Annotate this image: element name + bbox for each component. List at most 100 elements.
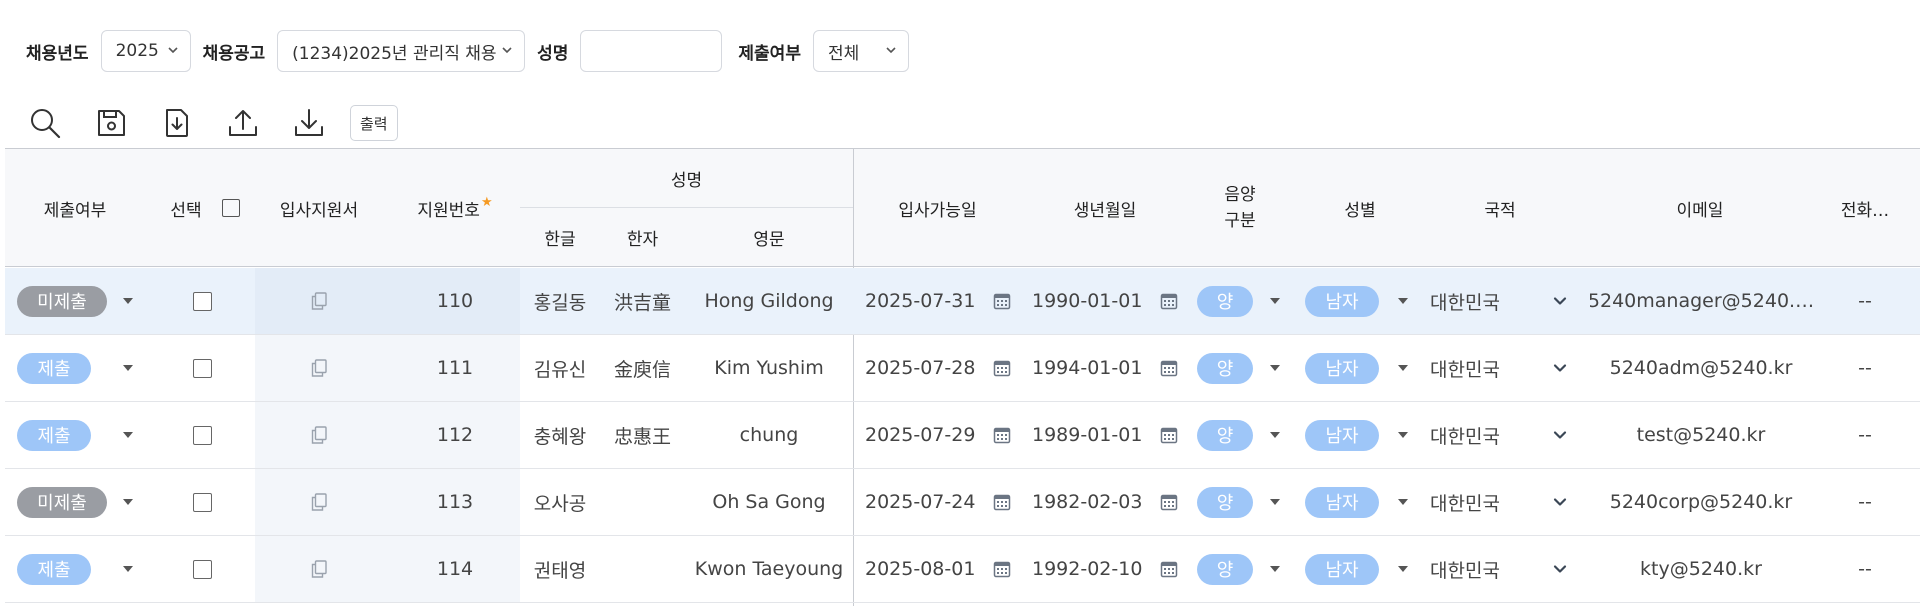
nationality[interactable]: 대한민국 (1430, 402, 1550, 468)
calendar-icon[interactable] (1160, 359, 1178, 377)
header-select[interactable]: 선택 (150, 149, 260, 267)
nationality[interactable]: 대한민국 (1430, 536, 1550, 602)
calendar-type-badge[interactable]: 양 (1197, 419, 1253, 451)
gender-badge[interactable]: 남자 (1305, 419, 1379, 451)
caret-down-icon[interactable] (123, 499, 133, 505)
available-date[interactable]: 2025-07-28 (865, 335, 985, 401)
calendar-icon[interactable] (1160, 493, 1178, 511)
caret-down-icon[interactable] (1398, 432, 1408, 438)
header-nationality[interactable]: 국적 (1425, 149, 1575, 267)
chevron-down-icon[interactable] (1552, 494, 1568, 510)
caret-down-icon[interactable] (1270, 365, 1280, 371)
print-button[interactable]: 출력 (350, 105, 398, 141)
calendar-type-badge[interactable]: 양 (1197, 285, 1253, 317)
caret-down-icon[interactable] (1270, 566, 1280, 572)
header-name-hanja[interactable]: 한자 (600, 207, 685, 267)
gender-badge[interactable]: 남자 (1305, 285, 1379, 317)
submitted-select[interactable]: 전체 (812, 30, 909, 72)
caret-down-icon[interactable] (1270, 432, 1280, 438)
gender-badge[interactable]: 남자 (1305, 553, 1379, 585)
header-gender[interactable]: 성별 (1300, 149, 1420, 267)
table-row[interactable]: 미제출 113 오사공 Oh Sa Gong 2025-07-24 1982-02-03 양… (5, 469, 1920, 536)
caret-down-icon[interactable] (123, 365, 133, 371)
header-available-date[interactable]: 입사가능일 (855, 149, 1020, 267)
notice-select[interactable]: (1234)2025년 관리직 채용 (277, 30, 526, 72)
header-calendar-type[interactable]: 음양 구분 (1195, 149, 1285, 267)
save-button[interactable] (92, 104, 130, 142)
calendar-icon[interactable] (1160, 560, 1178, 578)
gender-badge[interactable]: 남자 (1305, 486, 1379, 518)
caret-down-icon[interactable] (1398, 499, 1408, 505)
caret-down-icon[interactable] (123, 432, 133, 438)
header-submitted[interactable]: 제출여부 (5, 149, 145, 267)
header-phone[interactable]: 전화… (1815, 149, 1915, 267)
nationality[interactable]: 대한민국 (1430, 335, 1550, 401)
status-badge[interactable]: 제출 (17, 419, 91, 451)
year-select[interactable]: 2025 (100, 30, 191, 72)
calendar-type-badge[interactable]: 양 (1197, 352, 1253, 384)
header-name-korean[interactable]: 한글 (520, 207, 600, 267)
header-email[interactable]: 이메일 (1590, 149, 1810, 267)
table-row[interactable]: 제출 111 김유신 金庾信 Kim Yushim 2025-07-28 1994-01-0… (5, 335, 1920, 402)
search-button[interactable] (26, 104, 64, 142)
birth-date[interactable]: 1990-01-01 (1032, 268, 1152, 334)
calendar-icon[interactable] (993, 493, 1011, 511)
download-button[interactable] (290, 104, 328, 142)
caret-down-icon[interactable] (1398, 298, 1408, 304)
application-doc-icon[interactable] (255, 268, 383, 334)
table-row[interactable]: 제출 114 권태영 Kwon Taeyoung 2025-08-01 1992-02-1… (5, 536, 1920, 603)
calendar-icon[interactable] (993, 292, 1011, 310)
birth-date[interactable]: 1992-02-10 (1032, 536, 1152, 602)
calendar-icon[interactable] (993, 426, 1011, 444)
calendar-type-badge[interactable]: 양 (1197, 486, 1253, 518)
calendar-icon[interactable] (993, 359, 1011, 377)
caret-down-icon[interactable] (1270, 499, 1280, 505)
application-doc-icon[interactable] (255, 536, 383, 602)
header-birth-date[interactable]: 생년월일 (1025, 149, 1185, 267)
gender-badge[interactable]: 남자 (1305, 352, 1379, 384)
calendar-icon[interactable] (1160, 292, 1178, 310)
status-badge[interactable]: 제출 (17, 352, 91, 384)
select-all-checkbox[interactable] (221, 199, 240, 217)
birth-date[interactable]: 1994-01-01 (1032, 335, 1152, 401)
available-date[interactable]: 2025-07-31 (865, 268, 985, 334)
upload-button[interactable] (224, 104, 262, 142)
name-input[interactable] (580, 30, 723, 72)
header-applicant-no[interactable]: 지원번호 ★ (385, 149, 525, 267)
available-date[interactable]: 2025-07-24 (865, 469, 985, 535)
row-checkbox[interactable] (192, 291, 212, 311)
row-checkbox[interactable] (192, 492, 212, 512)
caret-down-icon[interactable] (1270, 298, 1280, 304)
calendar-icon[interactable] (993, 560, 1011, 578)
application-doc-icon[interactable] (255, 469, 383, 535)
available-date[interactable]: 2025-08-01 (865, 536, 985, 602)
caret-down-icon[interactable] (123, 566, 133, 572)
caret-down-icon[interactable] (1398, 365, 1408, 371)
nationality[interactable]: 대한민국 (1430, 469, 1550, 535)
row-checkbox[interactable] (192, 425, 212, 445)
chevron-down-icon[interactable] (1552, 427, 1568, 443)
birth-date[interactable]: 1989-01-01 (1032, 402, 1152, 468)
application-doc-icon[interactable] (255, 402, 383, 468)
file-download-button[interactable] (158, 104, 196, 142)
calendar-type-badge[interactable]: 양 (1197, 553, 1253, 585)
birth-date[interactable]: 1982-02-03 (1032, 469, 1152, 535)
status-badge[interactable]: 미제출 (17, 486, 107, 518)
table-row[interactable]: 제출 112 충혜왕 忠惠王 chung 2025-07-29 1989-01-01 양 남자 대… (5, 402, 1920, 469)
chevron-down-icon[interactable] (1552, 360, 1568, 376)
row-checkbox[interactable] (192, 358, 212, 378)
chevron-down-icon[interactable] (1552, 293, 1568, 309)
header-name-english[interactable]: 영문 (685, 207, 853, 267)
nationality[interactable]: 대한민국 (1430, 268, 1550, 334)
calendar-icon[interactable] (1160, 426, 1178, 444)
available-date[interactable]: 2025-07-29 (865, 402, 985, 468)
status-badge[interactable]: 미제출 (17, 285, 107, 317)
caret-down-icon[interactable] (123, 298, 133, 304)
chevron-down-icon[interactable] (1552, 561, 1568, 577)
status-badge[interactable]: 제출 (17, 553, 91, 585)
row-checkbox[interactable] (192, 559, 212, 579)
application-doc-icon[interactable] (255, 335, 383, 401)
caret-down-icon[interactable] (1398, 566, 1408, 572)
table-row[interactable]: 미제출 110 홍길동 洪吉童 Hong Gildong 2025-07-31 1990-0… (5, 268, 1920, 335)
header-application[interactable]: 입사지원서 (260, 149, 378, 267)
